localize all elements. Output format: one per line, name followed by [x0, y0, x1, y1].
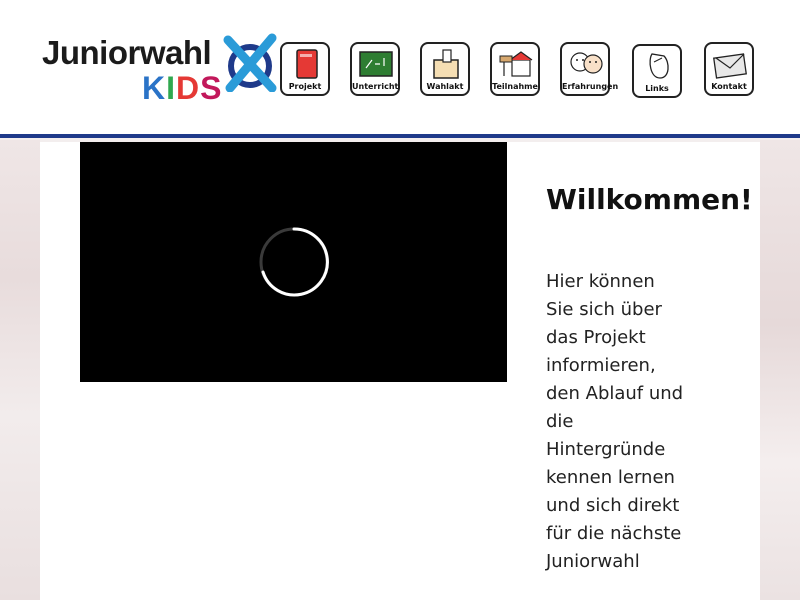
nav-label: Teilnahme: [492, 82, 538, 91]
nav-item-erfahrungen[interactable]: Erfahrungen: [560, 42, 619, 96]
logo-wordmark: Juniorwahl: [42, 34, 212, 71]
nav-item-links[interactable]: Links: [632, 44, 682, 98]
ballot-box-icon: [433, 49, 459, 79]
nav-label: Unterricht: [352, 82, 399, 91]
nav-item-projekt[interactable]: Projekt: [280, 42, 330, 96]
computer-mouse-icon: [649, 53, 669, 79]
site-header: Juniorwahl KIDS Projekt Unterricht Wahla…: [0, 0, 800, 138]
faces-speech-icon: [570, 52, 603, 74]
page-background-right: [760, 140, 800, 600]
juniorwahl-kids-logo[interactable]: Juniorwahl KIDS: [42, 32, 277, 112]
logo-kids-text: KIDS: [142, 70, 223, 106]
main-content: Willkommen! Hier können Sie sich über da…: [40, 142, 760, 600]
red-book-icon: [296, 49, 318, 79]
welcome-text: Hier können Sie sich über das Projekt in…: [546, 271, 684, 572]
nav-item-wahlakt[interactable]: Wahlakt: [420, 42, 470, 96]
chalkboard-icon: [359, 51, 393, 77]
welcome-heading: Willkommen!: [546, 183, 753, 216]
nav-label: Erfahrungen: [562, 82, 619, 91]
envelope-icon: [713, 53, 747, 79]
nav-label: Links: [645, 84, 669, 93]
nav-item-teilnahme[interactable]: Teilnahme: [490, 42, 540, 96]
nav-item-unterricht[interactable]: Unterricht: [350, 42, 400, 96]
nav-label: Wahlakt: [426, 82, 464, 91]
nav-label: Kontakt: [711, 82, 747, 91]
school-building-icon: [499, 51, 533, 77]
page-background-left: [0, 140, 40, 600]
nav-item-kontakt[interactable]: Kontakt: [704, 42, 754, 96]
video-player[interactable]: [80, 142, 507, 382]
loading-spinner-icon: [259, 227, 329, 297]
ballot-cross-icon: [223, 33, 277, 92]
nav-label: Projekt: [288, 82, 322, 91]
